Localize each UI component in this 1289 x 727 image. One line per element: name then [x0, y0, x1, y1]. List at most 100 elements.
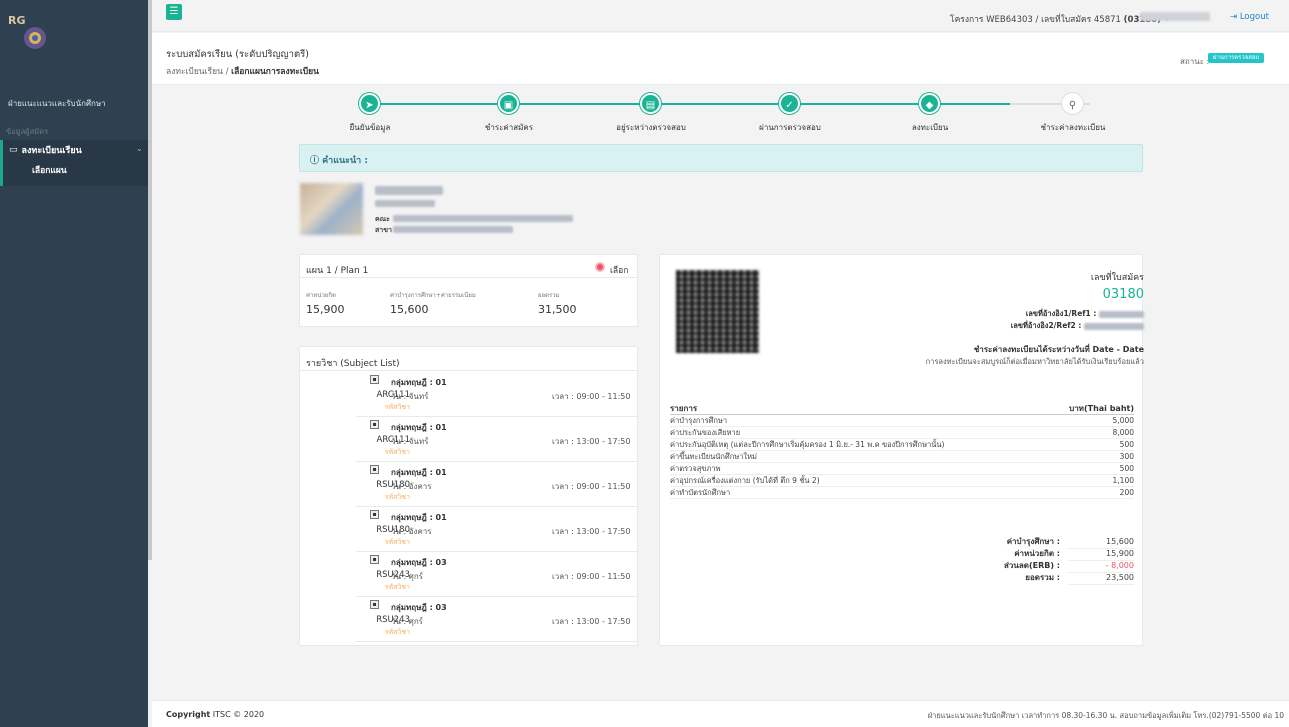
steps-progress-line: [370, 103, 1010, 105]
student-name: [375, 186, 443, 195]
breadcrumb: ลงทะเบียนเรียน / เลือกแผนการลงทะเบียน: [166, 67, 319, 77]
application-number-label: เลขที่ใบสมัคร: [1090, 273, 1144, 283]
subject-day: วัน : อังคาร: [391, 527, 432, 536]
fee-row: ค่าประกันอุบัติเหตุ (แต่ละปีการศึกษาเริ่…: [670, 440, 1134, 451]
subject-code-label: รหัสวิชา: [384, 448, 410, 456]
status-badge: ผ่านการตรวจสอบ: [1208, 53, 1265, 63]
ref2-value: [1084, 322, 1144, 330]
subject-time: เวลา : 13:00 - 17:50: [552, 617, 631, 626]
copyright: Copyright ITSC © 2020: [166, 710, 265, 719]
subject-group: กลุ่มทฤษฎี : 01: [391, 423, 447, 432]
subject-code-label: รหัสวิชา: [384, 493, 410, 501]
search-icon: ⚲: [1062, 93, 1083, 114]
total-value: 31,500: [538, 303, 577, 316]
total-label: ยอดรวม: [538, 292, 560, 299]
step-label-confirm: ยืนยันข้อมูล: [349, 123, 391, 132]
logout-link[interactable]: ⇥ Logout: [1230, 12, 1269, 22]
subject-time: เวลา : 13:00 - 17:50: [552, 527, 631, 536]
divider: [299, 277, 638, 278]
fee-table: รายการ บาท(Thai baht) ค่าบำรุงการศึกษา 5,…: [670, 402, 1134, 499]
sidebar-subitem-choose-plan[interactable]: เลือกแผน: [32, 163, 67, 177]
breadcrumb-item-register[interactable]: ลงทะเบียนเรียน: [166, 67, 223, 77]
subject-code-label: รหัสวิชา: [384, 538, 410, 546]
subject-time: เวลา : 09:00 - 11:50: [552, 482, 631, 491]
subject-row: ▪ กลุ่มทฤษฎี : 01 ARC111 รหัสวิชา วัน : จันท…: [356, 417, 638, 462]
subject-checkbox-icon[interactable]: ▪: [370, 465, 379, 474]
subject-row: ▪ กลุ่มทฤษฎี : 01 RSU180 รหัสวิชา วัน : อังค…: [356, 462, 638, 507]
tuition-fee-label: ค่าบำรุงการศึกษา+ค่าธรรมเนียม: [390, 292, 476, 299]
fee-row: ค่าขึ้นทะเบียนนักศึกษาใหม่ 300: [670, 452, 1134, 463]
student-photo: [300, 183, 363, 235]
subject-group: กลุ่มทฤษฎี : 01: [391, 513, 447, 522]
subject-checkbox-icon[interactable]: ▪: [370, 600, 379, 609]
subject-day: วัน : ศุกร์: [391, 617, 423, 626]
subject-code-label: รหัสวิชา: [384, 403, 410, 411]
footer-contact: ฝ่ายแนะแนวและรับนักศึกษา เวลาทำการ 08.30…: [927, 711, 1284, 720]
major-label: สาขา: [375, 226, 392, 234]
ref1: เลขที่อ้างอิง1/Ref1 :: [1026, 308, 1144, 320]
chevron-down-icon[interactable]: ⌄: [136, 144, 143, 153]
step-label-under-review: อยู่ระหว่างตรวจสอบ: [616, 123, 686, 132]
tuition-fee-value: 15,600: [390, 303, 429, 316]
qr-code: [676, 270, 759, 353]
summary-row: ยอดรวม :23,500: [960, 572, 1134, 585]
subject-checkbox-icon[interactable]: ▪: [370, 555, 379, 564]
subject-time: เวลา : 09:00 - 11:50: [552, 392, 631, 401]
payment-note: การลงทะเบียนจะสมบูรณ์ก็ต่อเมื่อมหาวิทยาล…: [925, 357, 1144, 366]
subject-code-label: รหัสวิชา: [384, 628, 410, 636]
project-select[interactable]: โครงการ WEB64303 / เลขที่ใบสมัคร 45871 (…: [950, 12, 1169, 26]
check-circle-icon: ✓: [779, 93, 800, 114]
briefcase-icon: ▤: [640, 93, 661, 114]
step-label-passed: ผ่านการตรวจสอบ: [759, 123, 821, 132]
sidebar-section-label: ข้อมูลผู้สมัคร: [6, 127, 49, 136]
fee-row: ค่าตรวจสุขภาพ 500: [670, 464, 1134, 475]
subject-row: ▪ กลุ่มทฤษฎี : 03 RSU243 รหัสวิชา วัน : ศุกร…: [356, 597, 638, 642]
sidebar-item-register[interactable]: ▭ ลงทะเบียนเรียน: [9, 143, 82, 157]
menu-toggle-button[interactable]: ☰: [166, 4, 182, 20]
fee-row: ค่าบำรุงการศึกษา 5,000: [670, 416, 1134, 427]
send-icon: ➤: [359, 93, 380, 114]
unit-name: ฝ่ายแนะแนวและรับนักศึกษา: [8, 99, 106, 108]
subject-time: เวลา : 13:00 - 17:50: [552, 437, 631, 446]
plan-select-radio[interactable]: [595, 262, 605, 272]
logout-icon: ⇥: [1230, 12, 1238, 22]
credit-fee-label: ค่าหน่วยกิต: [306, 292, 336, 299]
fee-row: ค่าทำบัตรนักศึกษา 200: [670, 488, 1134, 499]
application-number: 03180: [1102, 287, 1144, 302]
university-logo-icon: [24, 27, 46, 49]
subject-checkbox-icon[interactable]: ▪: [370, 375, 379, 384]
subject-time: เวลา : 09:00 - 11:50: [552, 572, 631, 581]
divider: [299, 370, 638, 371]
money-icon: ▣: [498, 93, 519, 114]
subject-group: กลุ่มทฤษฎี : 01: [391, 378, 447, 387]
page-header: [152, 33, 1289, 85]
ref2: เลขที่อ้างอิง2/Ref2 :: [1011, 320, 1144, 332]
subject-day: วัน : จันทร์: [391, 392, 429, 401]
tag-icon: ◆: [919, 93, 940, 114]
credit-fee-value: 15,900: [306, 303, 345, 316]
status-label: สถานะ :: [1180, 57, 1210, 66]
subject-list-title: รายวิชา (Subject List): [306, 359, 400, 369]
sidebar-item-label: ลงทะเบียนเรียน: [21, 146, 82, 156]
subject-row: ▪ กลุ่มทฤษฎี : 01 ARC111 รหัสวิชา วัน : จันท…: [356, 372, 638, 417]
subject-group: กลุ่มทฤษฎี : 03: [391, 558, 447, 567]
faculty-label: คณะ: [375, 215, 390, 223]
major-value: [393, 226, 513, 233]
plan-title: แผน 1 / Plan 1: [306, 266, 369, 276]
subject-checkbox-icon[interactable]: ▪: [370, 510, 379, 519]
plan-select-label[interactable]: เลือก: [610, 263, 628, 277]
faculty-value: [393, 215, 573, 222]
step-label-pay-application: ชำระค่าสมัคร: [484, 123, 534, 132]
subject-group: กลุ่มทฤษฎี : 03: [391, 603, 447, 612]
ref1-value: [1099, 310, 1144, 318]
subject-day: วัน : ศุกร์: [391, 572, 423, 581]
subject-checkbox-icon[interactable]: ▪: [370, 420, 379, 429]
subject-day: วัน : จันทร์: [391, 437, 429, 446]
info-icon: ⓘ: [310, 156, 320, 166]
info-alert: [299, 144, 1143, 172]
user-name: [1140, 12, 1210, 21]
fee-table-header: รายการ บาท(Thai baht): [670, 404, 1134, 415]
info-alert-text: ⓘ คำแนะนำ :: [310, 156, 368, 166]
subject-row: ▪ กลุ่มทฤษฎี : 01 RSU180 รหัสวิชา วัน : อังค…: [356, 507, 638, 552]
breadcrumb-item-current: เลือกแผนการลงทะเบียน: [231, 67, 319, 77]
